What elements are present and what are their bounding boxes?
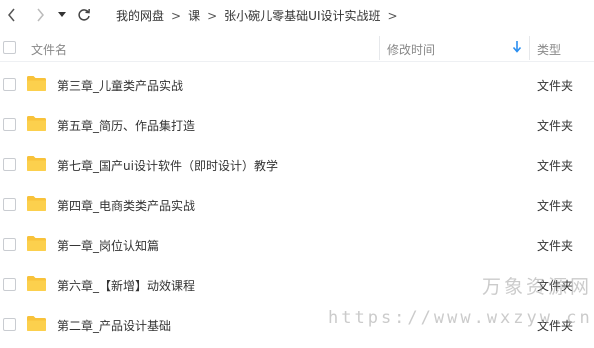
breadcrumb: 我的网盘 > 课 > 张小碗儿零基础UI设计实战班 >	[116, 7, 405, 24]
row-checkbox[interactable]	[3, 158, 16, 171]
row-checkbox[interactable]	[3, 238, 16, 251]
chevron-left-icon	[8, 8, 15, 22]
watermark-title: 万象资源网	[482, 276, 593, 298]
column-divider[interactable]	[379, 36, 380, 60]
folder-icon	[27, 196, 46, 211]
back-button[interactable]	[4, 7, 20, 23]
breadcrumb-item-course[interactable]: 课	[188, 7, 200, 24]
file-name[interactable]: 第五章_简历、作品集打造	[57, 117, 195, 134]
refresh-button[interactable]	[76, 7, 92, 23]
chevron-right-icon	[37, 8, 44, 22]
file-name[interactable]: 第六章_【新增】动效课程	[57, 277, 195, 294]
list-item[interactable]: 第五章_简历、作品集打造 文件夹	[0, 104, 594, 144]
row-checkbox[interactable]	[3, 278, 16, 291]
list-item[interactable]: 第一章_岗位认知篇 文件夹	[0, 224, 594, 264]
folder-icon	[27, 156, 46, 171]
file-name[interactable]: 第三章_儿童类产品实战	[57, 77, 183, 94]
file-name[interactable]: 第四章_电商类类产品实战	[57, 197, 195, 214]
file-type: 文件夹	[537, 239, 574, 253]
row-checkbox[interactable]	[3, 118, 16, 131]
list-item[interactable]: 第七章_国产ui设计软件（即时设计）教学 文件夹	[0, 144, 594, 184]
folder-icon	[27, 116, 46, 131]
list-item[interactable]: 第三章_儿童类产品实战 文件夹	[0, 64, 594, 104]
file-name[interactable]: 第一章_岗位认知篇	[57, 237, 159, 254]
arrow-down-icon[interactable]	[511, 40, 523, 54]
breadcrumb-item-current-folder[interactable]: 张小碗儿零基础UI设计实战班	[224, 7, 380, 24]
file-name[interactable]: 第二章_产品设计基础	[57, 317, 171, 334]
breadcrumb-separator: >	[171, 8, 182, 23]
file-name[interactable]: 第七章_国产ui设计软件（即时设计）教学	[57, 157, 278, 174]
watermark-url: https://www.wxzyw.cn	[328, 308, 593, 328]
folder-icon	[27, 316, 46, 331]
breadcrumb-item-my-drive[interactable]: 我的网盘	[116, 7, 164, 24]
caret-down-icon	[58, 12, 66, 17]
folder-icon	[27, 76, 46, 91]
file-list: 第三章_儿童类产品实战 文件夹 第五章_简历、作品集打造 文件夹 第七章_国产u…	[0, 64, 594, 344]
column-header-modified[interactable]: 修改时间	[387, 41, 435, 58]
file-type: 文件夹	[537, 79, 574, 93]
row-checkbox[interactable]	[3, 198, 16, 211]
forward-button[interactable]	[32, 7, 48, 23]
select-all-checkbox[interactable]	[3, 41, 16, 54]
column-divider[interactable]	[529, 36, 530, 60]
folder-icon	[27, 236, 46, 251]
file-type: 文件夹	[537, 199, 574, 213]
column-header-name[interactable]: 文件名	[31, 41, 67, 58]
file-list-header: 文件名 修改时间 类型	[0, 34, 594, 62]
breadcrumb-separator: >	[207, 8, 218, 23]
row-checkbox[interactable]	[3, 318, 16, 331]
breadcrumb-separator[interactable]: >	[387, 9, 397, 23]
folder-icon	[27, 276, 46, 291]
list-item[interactable]: 第四章_电商类类产品实战 文件夹	[0, 184, 594, 224]
file-type: 文件夹	[537, 119, 574, 133]
refresh-icon	[78, 8, 90, 21]
navigation-bar: 我的网盘 > 课 > 张小碗儿零基础UI设计实战班 >	[0, 0, 594, 30]
history-dropdown-button[interactable]	[56, 7, 68, 23]
column-header-type[interactable]: 类型	[537, 41, 561, 58]
file-type: 文件夹	[537, 159, 574, 173]
row-checkbox[interactable]	[3, 78, 16, 91]
